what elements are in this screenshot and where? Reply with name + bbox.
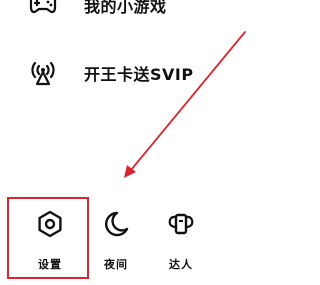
menu-item-my-games[interactable]: 我的小游戏: [0, 0, 275, 28]
expert-label: 达人: [169, 258, 193, 271]
crescent-moon-icon: [105, 211, 129, 237]
bottom-toolbar: 设置 夜间 达人: [0, 196, 275, 285]
menu-item-label: 我的小游戏: [84, 0, 167, 16]
menu-item-label: 开王卡送SVIP: [84, 65, 194, 84]
gamepad-icon: [29, 0, 57, 14]
winged-badge-icon: [168, 213, 194, 235]
menu-item-wangka-svip[interactable]: 开王卡送SVIP: [0, 50, 275, 94]
wireless-broadcast-icon: [31, 61, 55, 86]
hexagon-gear-icon: [38, 210, 62, 238]
expert-button[interactable]: 达人: [140, 196, 222, 276]
